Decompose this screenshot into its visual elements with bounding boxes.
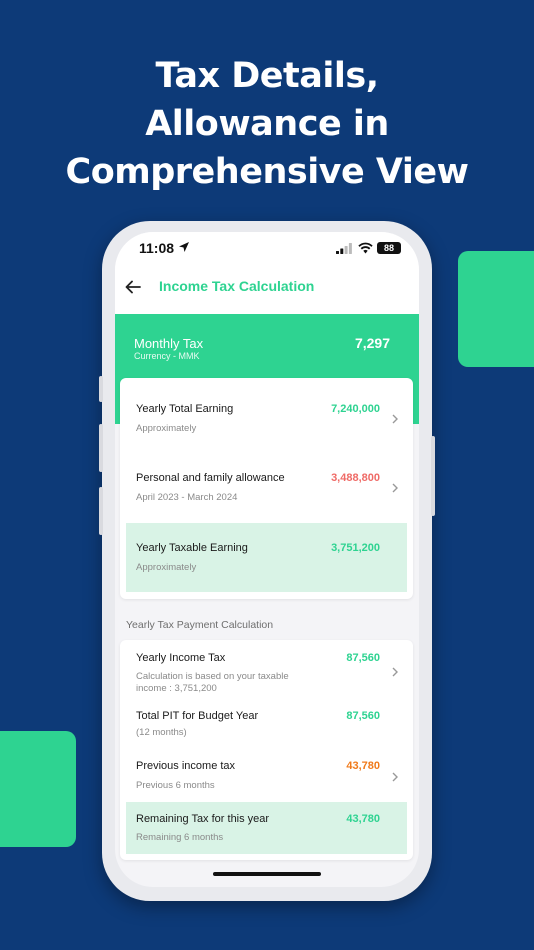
row-label: Yearly Taxable Earning xyxy=(136,542,248,554)
page-title: Income Tax Calculation xyxy=(159,278,315,294)
phone-frame: 11:08 88 Income Tax Calculation Monthly … xyxy=(99,221,435,901)
row-subtitle: (12 months) xyxy=(136,727,187,738)
chevron-right-icon xyxy=(392,667,398,677)
total-pit-budget-year-row: Total PIT for Budget Year (12 months) 87… xyxy=(126,704,407,748)
phone-power-button xyxy=(431,436,435,516)
phone-volume-up-button xyxy=(99,424,103,472)
location-arrow-icon xyxy=(179,242,189,252)
app-bar: Income Tax Calculation xyxy=(115,268,419,314)
row-subtitle: Approximately xyxy=(136,562,197,573)
remaining-tax-row: Remaining Tax for this year Remaining 6 … xyxy=(126,802,407,854)
personal-family-allowance-row[interactable]: Personal and family allowance April 2023… xyxy=(126,457,407,515)
decorative-block-left xyxy=(0,731,76,847)
tax-payment-card: Yearly Income Tax Calculation is based o… xyxy=(120,640,413,860)
chevron-right-icon xyxy=(392,483,398,493)
row-value: 87,560 xyxy=(346,652,380,664)
cellular-signal-icon xyxy=(336,243,352,254)
wifi-icon xyxy=(358,242,373,254)
yearly-income-tax-row[interactable]: Yearly Income Tax Calculation is based o… xyxy=(126,646,407,702)
promo-headline: Tax Details, Allowance in Comprehensive … xyxy=(0,52,534,196)
row-value: 3,488,800 xyxy=(331,472,380,484)
headline-line-1: Tax Details, xyxy=(155,56,379,96)
row-subtitle: Remaining 6 months xyxy=(136,832,224,843)
row-label: Remaining Tax for this year xyxy=(136,813,270,825)
row-value: 43,780 xyxy=(346,813,380,825)
monthly-tax-value: 7,297 xyxy=(354,335,390,351)
row-subtitle: April 2023 - March 2024 xyxy=(136,492,238,503)
row-label: Personal and family allowance xyxy=(136,472,285,484)
phone-volume-down-button xyxy=(99,487,103,535)
row-label: Yearly Income Tax xyxy=(136,652,226,664)
headline-line-2: Allowance in xyxy=(145,104,389,144)
chevron-right-icon xyxy=(392,414,398,424)
earnings-card: Yearly Total Earning Approximately 7,240… xyxy=(120,378,413,599)
row-label: Previous income tax xyxy=(136,760,236,772)
yearly-total-earning-row[interactable]: Yearly Total Earning Approximately 7,240… xyxy=(126,388,407,446)
currency-label: Currency - MMK xyxy=(134,351,200,361)
row-value: 87,560 xyxy=(346,710,380,722)
chevron-right-icon xyxy=(392,772,398,782)
headline-line-3: Comprehensive View xyxy=(65,152,469,192)
battery-icon: 88 xyxy=(377,242,401,254)
row-label: Yearly Total Earning xyxy=(136,403,234,415)
phone-mute-switch xyxy=(99,376,103,402)
monthly-tax-label: Monthly Tax xyxy=(134,336,204,351)
payment-section-title: Yearly Tax Payment Calculation xyxy=(126,619,274,631)
app-screen: 11:08 88 Income Tax Calculation Monthly … xyxy=(115,232,419,887)
previous-income-tax-row[interactable]: Previous income tax Previous 6 months 43… xyxy=(126,754,407,804)
status-time: 11:08 xyxy=(139,240,175,256)
status-bar: 11:08 88 xyxy=(115,232,419,268)
row-subtitle: Previous 6 months xyxy=(136,780,215,791)
home-indicator[interactable] xyxy=(213,872,321,876)
row-subtitle: Approximately xyxy=(136,423,197,434)
yearly-taxable-earning-row: Yearly Taxable Earning Approximately 3,7… xyxy=(126,523,407,592)
row-value: 43,780 xyxy=(346,760,380,772)
row-label: Total PIT for Budget Year xyxy=(136,710,259,722)
row-value: 7,240,000 xyxy=(331,403,380,415)
arrow-left-icon[interactable] xyxy=(123,277,143,297)
decorative-block-right xyxy=(458,251,534,367)
row-value: 3,751,200 xyxy=(331,542,380,554)
row-subtitle: Calculation is based on your taxable inc… xyxy=(136,671,289,694)
